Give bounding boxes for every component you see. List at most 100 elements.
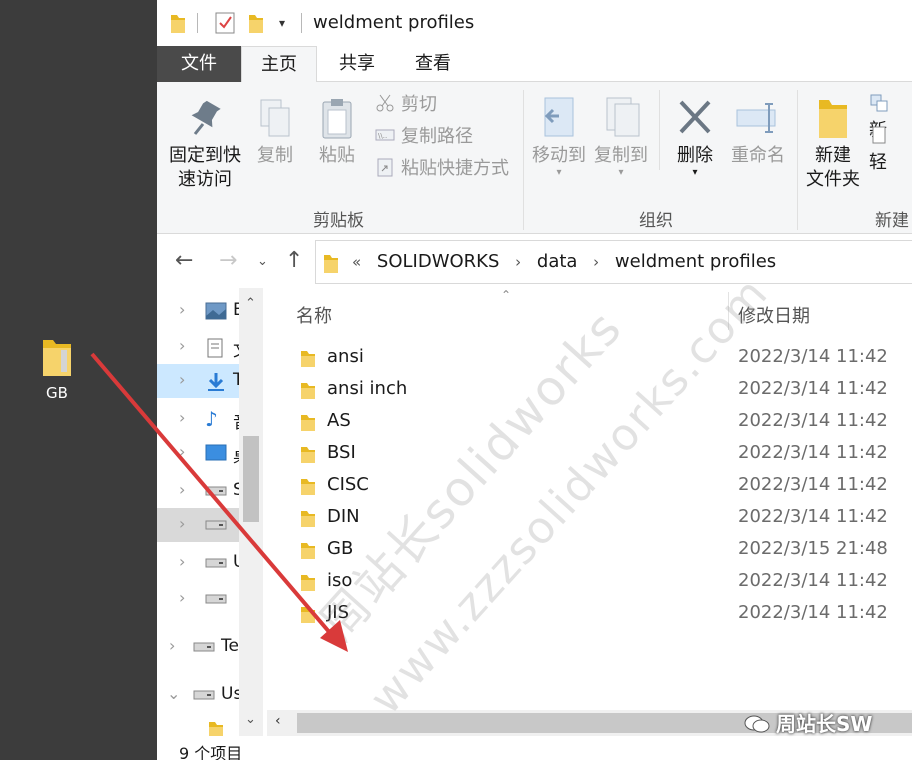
forward-arrow-icon[interactable]: →	[219, 248, 237, 273]
column-header-date[interactable]: 修改日期	[738, 302, 810, 328]
file-name: DIN	[327, 506, 360, 527]
up-arrow-icon[interactable]: ↑	[285, 248, 303, 273]
chevron-right-icon[interactable]: ›	[179, 408, 185, 427]
folder-icon	[301, 381, 315, 399]
easy-access-button[interactable]: 轻	[869, 124, 912, 173]
copy-path-button[interactable]: \\.. 复制路径	[375, 124, 473, 150]
move-to-button[interactable]: 移动到 ▾	[529, 96, 589, 178]
tab-share[interactable]: 共享	[319, 46, 395, 82]
ribbon: 固定到快 速访问 复制 粘贴 剪切 \\.. 复制路径 粘贴快捷方式 剪贴板 移…	[157, 82, 912, 234]
recent-locations-chevron-icon[interactable]: ⌄	[257, 254, 268, 269]
properties-icon[interactable]	[215, 12, 235, 38]
folder-icon	[301, 477, 315, 495]
new-group-label: 新建	[875, 211, 909, 231]
tab-home[interactable]: 主页	[241, 46, 317, 83]
file-row[interactable]: DIN 2022/3/14 11:42	[267, 501, 912, 533]
group-divider	[659, 90, 660, 170]
desktop-folder-gb[interactable]: GB	[24, 336, 90, 402]
pin-quick-access-button[interactable]: 固定到快 速访问	[167, 98, 243, 192]
new-folder-quick-icon[interactable]	[249, 13, 263, 37]
file-row[interactable]: JIS 2022/3/14 11:42	[267, 597, 912, 629]
file-date: 2022/3/14 11:42	[738, 378, 888, 399]
organize-group-label: 组织	[639, 211, 673, 231]
chevron-down-icon[interactable]: ⌄	[167, 684, 180, 703]
cut-button[interactable]: 剪切	[375, 92, 437, 118]
delete-button[interactable]: 删除 ▾	[669, 96, 721, 178]
tab-file[interactable]: 文件	[157, 46, 241, 82]
drive-icon	[193, 638, 215, 656]
scissors-icon	[375, 93, 395, 113]
chevron-down-icon: ▾	[556, 167, 562, 178]
breadcrumb-item[interactable]: weldment profiles	[615, 251, 776, 272]
file-row[interactable]: GB 2022/3/15 21:48	[267, 533, 912, 565]
new-folder-button[interactable]: 新建 文件夹	[803, 96, 863, 192]
chevron-right-icon[interactable]: ›	[179, 588, 185, 607]
file-row[interactable]: iso 2022/3/14 11:42	[267, 565, 912, 597]
clipboard-group-label: 剪贴板	[313, 211, 364, 231]
chevron-right-icon[interactable]: ›	[179, 552, 185, 571]
paste-shortcut-button[interactable]: 粘贴快捷方式	[375, 156, 509, 182]
delete-x-icon	[669, 96, 721, 144]
title-bar: ▾ weldment profiles	[157, 0, 912, 46]
explorer-window: ▾ weldment profiles 文件 主页 共享 查看 固定到快 速访问…	[157, 0, 912, 760]
item-count: 9 个项目	[179, 744, 243, 760]
drive-icon	[193, 686, 215, 704]
back-arrow-icon[interactable]: ←	[175, 248, 193, 273]
group-divider	[797, 90, 798, 230]
drive-icon	[205, 482, 227, 500]
file-row[interactable]: CISC 2022/3/14 11:42	[267, 469, 912, 501]
column-header-name[interactable]: 名称	[296, 302, 332, 328]
status-bar: 9 个项目	[157, 736, 912, 760]
copy-path-icon: \\..	[375, 125, 395, 145]
window-title: weldment profiles	[313, 12, 475, 33]
file-row[interactable]: ansi 2022/3/14 11:42	[267, 341, 912, 373]
nav-scrollbar[interactable]: ⌃ ⌄	[239, 288, 263, 738]
desktop-folder-label: GB	[46, 384, 68, 402]
copy-to-icon	[591, 96, 651, 144]
chevron-right-icon[interactable]: ›	[179, 480, 185, 499]
file-row[interactable]: ansi inch 2022/3/14 11:42	[267, 373, 912, 405]
scroll-thumb[interactable]	[243, 436, 259, 522]
scroll-left-icon[interactable]: ‹	[275, 713, 281, 729]
scroll-up-icon[interactable]: ⌃	[245, 296, 256, 311]
nav-item-label: Te	[221, 636, 239, 656]
copy-button[interactable]: 复制	[253, 98, 297, 168]
breadcrumb-item[interactable]: SOLIDWORKS	[377, 251, 500, 272]
breadcrumb-overflow[interactable]: «	[352, 253, 361, 271]
file-row[interactable]: AS 2022/3/14 11:42	[267, 405, 912, 437]
chevron-right-icon[interactable]: ›	[179, 300, 185, 319]
file-name: AS	[327, 410, 351, 431]
address-box[interactable]: « SOLIDWORKS › data › weldment profiles	[315, 240, 912, 284]
desktop-icon	[205, 444, 227, 462]
folder-icon	[171, 13, 185, 37]
group-divider	[523, 90, 524, 230]
chevron-right-icon[interactable]: ›	[169, 636, 175, 655]
delete-label: 删除	[677, 145, 713, 166]
file-row[interactable]: BSI 2022/3/14 11:42	[267, 437, 912, 469]
tab-view[interactable]: 查看	[395, 46, 471, 82]
easy-access-label: 轻	[869, 152, 887, 173]
paste-button[interactable]: 粘贴	[315, 98, 359, 168]
new-item-button[interactable]: 新	[869, 92, 912, 141]
customize-toolbar-chevron-icon[interactable]: ▾	[279, 16, 285, 30]
music-icon: ♪	[205, 407, 218, 431]
chevron-right-icon[interactable]: ›	[179, 514, 185, 533]
folder-icon	[301, 573, 315, 591]
breadcrumb-item[interactable]: data	[537, 251, 578, 272]
scroll-down-icon[interactable]: ⌄	[245, 712, 256, 727]
file-name: iso	[327, 570, 353, 591]
column-divider[interactable]	[728, 292, 729, 330]
copy-to-button[interactable]: 复制到 ▾	[591, 96, 651, 178]
file-date: 2022/3/14 11:42	[738, 410, 888, 431]
chevron-right-icon[interactable]: ›	[515, 253, 521, 271]
file-date: 2022/3/14 11:42	[738, 602, 888, 623]
chevron-right-icon[interactable]: ›	[179, 370, 185, 389]
chevron-right-icon[interactable]: ›	[593, 253, 599, 271]
chevron-right-icon[interactable]: ›	[179, 442, 185, 461]
rename-button[interactable]: 重命名	[727, 96, 789, 168]
drive-icon	[205, 590, 227, 608]
cut-label: 剪切	[401, 94, 437, 115]
folder-icon	[301, 349, 315, 367]
folder-icon	[41, 336, 73, 378]
chevron-right-icon[interactable]: ›	[179, 336, 185, 355]
